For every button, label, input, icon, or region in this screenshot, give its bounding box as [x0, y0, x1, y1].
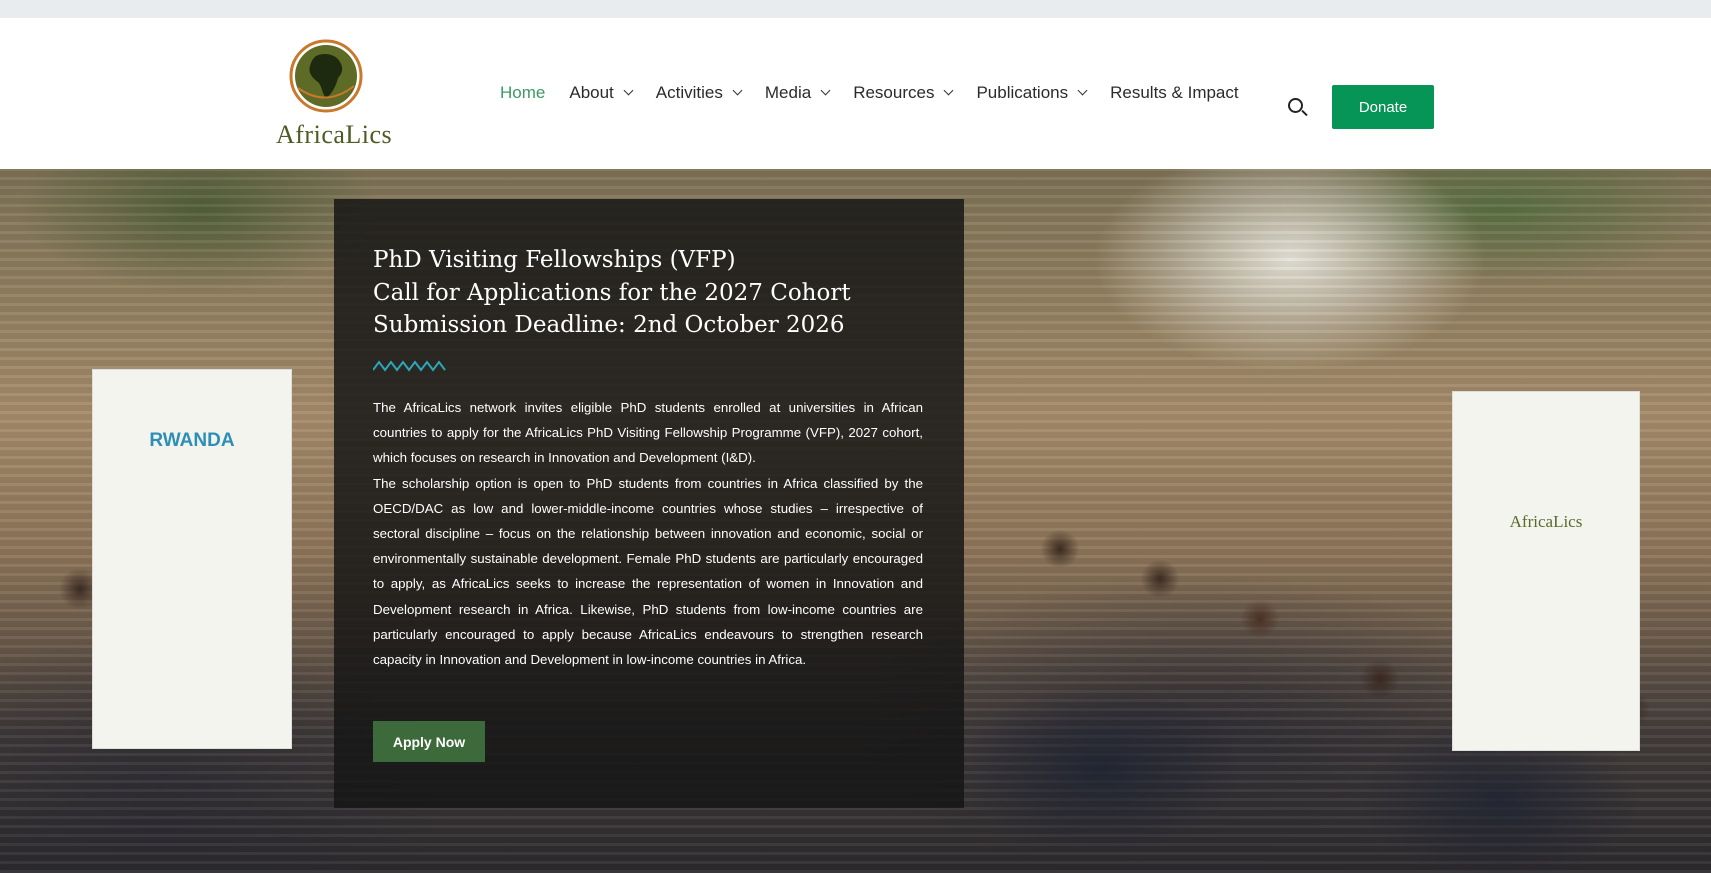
nav-label: Resources	[853, 83, 935, 102]
hero-announcement-panel: PhD Visiting Fellowships (VFP) Call for …	[334, 199, 964, 808]
headline-line: Call for Applications for the 2027 Cohor…	[373, 279, 851, 306]
site-logo[interactable]: AfricaLics	[270, 38, 392, 156]
site-header: AfricaLics Home About Activities Media R…	[0, 18, 1711, 169]
chevron-down-icon	[944, 85, 954, 96]
hero-body-text: The AfricaLics network invites eligible …	[373, 395, 923, 672]
search-icon[interactable]	[1287, 97, 1309, 119]
nav-item-publications[interactable]: Publications	[976, 83, 1088, 103]
nav-item-resources[interactable]: Resources	[853, 83, 954, 103]
nav-label: Media	[764, 83, 812, 102]
chevron-down-icon	[732, 85, 743, 96]
nav-label: Results & Impact	[1110, 83, 1239, 102]
banner-university-rwanda: RWANDA	[92, 369, 292, 749]
banner-africalics: AfricaLics	[1452, 391, 1640, 751]
banner-right-text: AfricaLics	[1509, 512, 1583, 531]
nav-label: Home	[500, 83, 546, 102]
nav-label: About	[569, 83, 614, 102]
search-icon-handle	[1301, 109, 1308, 117]
apply-now-button[interactable]: Apply Now	[373, 721, 485, 762]
banner-left-text: RWANDA	[149, 430, 235, 451]
logo-wordmark: AfricaLics	[276, 120, 392, 150]
headline-line: PhD Visiting Fellowships (VFP)	[373, 247, 736, 273]
zigzag-divider-icon	[373, 360, 446, 372]
donate-button[interactable]: Donate	[1332, 85, 1434, 129]
nav-item-home[interactable]: Home	[500, 83, 545, 103]
chevron-down-icon	[1077, 85, 1088, 96]
nav-item-activities[interactable]: Activities	[655, 83, 743, 103]
hero-headline: PhD Visiting Fellowships (VFP) Call for …	[373, 244, 933, 342]
hero-paragraph-1: The AfricaLics network invites eligible …	[373, 400, 923, 466]
globe-logo-icon	[289, 39, 363, 113]
nav-label: Publications	[976, 83, 1069, 102]
chevron-down-icon	[623, 85, 634, 96]
nav-label: Activities	[655, 83, 723, 102]
top-bar	[0, 0, 1711, 18]
headline-line: Submission Deadline: 2nd October 2026	[373, 312, 845, 338]
logo-text: AfricaLics	[276, 120, 393, 149]
nav-item-results-impact[interactable]: Results & Impact	[1110, 83, 1239, 103]
hero-paragraph-2: The scholarship option is open to PhD st…	[373, 475, 923, 668]
chevron-down-icon	[820, 85, 831, 96]
nav-item-media[interactable]: Media	[764, 83, 831, 103]
nav-item-about[interactable]: About	[569, 83, 634, 103]
main-nav: Home About Activities Media Resources Pu…	[500, 78, 1263, 108]
